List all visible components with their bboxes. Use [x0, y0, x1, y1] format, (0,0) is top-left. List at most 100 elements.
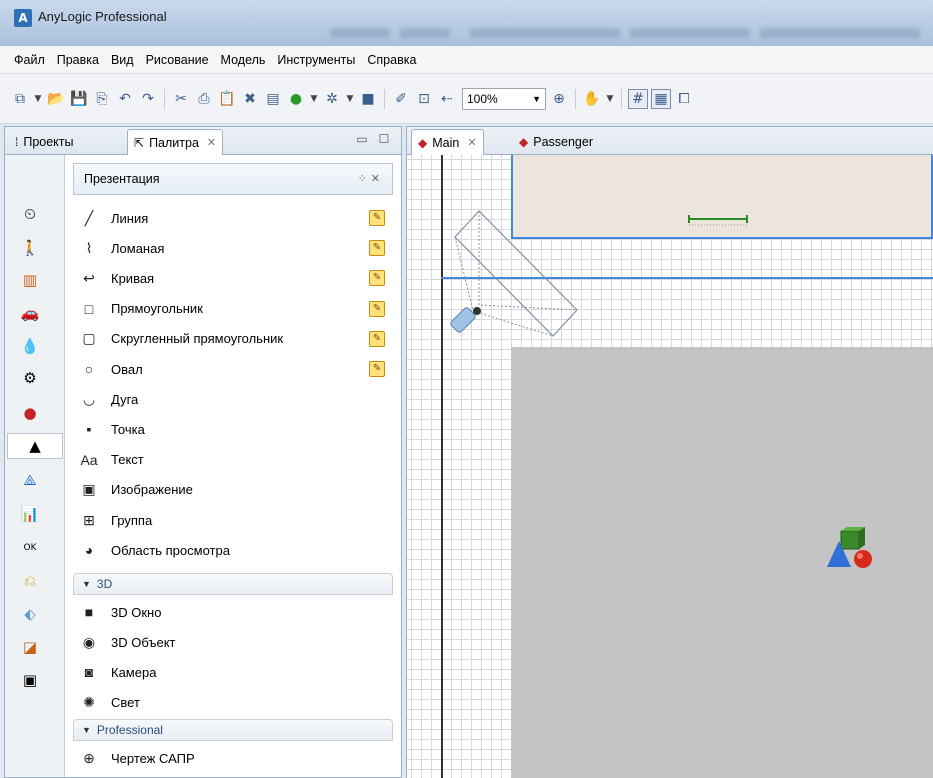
palette-item[interactable]: ◕ Область просмотра	[71, 535, 393, 565]
draw-mode-icon[interactable]: ✐	[391, 89, 411, 109]
category-connectivity-icon[interactable]: ⎌	[17, 568, 43, 594]
tab-projects[interactable]: ⁞ Проекты	[9, 129, 80, 155]
category-space-markup-icon[interactable]: ⟁	[17, 467, 43, 493]
grey-area-shape[interactable]	[511, 347, 933, 778]
blurred-background-text	[330, 28, 390, 38]
menu-file[interactable]: Файл	[8, 53, 51, 67]
point-icon: ▪	[86, 421, 92, 438]
pencil-icon[interactable]: ✎	[369, 330, 385, 347]
palette-item-label: Точка	[111, 421, 145, 437]
category-actions-icon[interactable]: ◪	[17, 634, 43, 660]
new-model-icon[interactable]: ⧉	[10, 89, 30, 109]
tab-passenger[interactable]: ◆ Passenger	[513, 129, 599, 155]
layers-icon[interactable]: ⧠	[674, 89, 694, 109]
palette-item[interactable]: ▣ Изображение	[71, 475, 393, 505]
section-professional[interactable]: ▼ Professional	[73, 719, 393, 741]
category-system-dynamics-icon[interactable]: ⬖	[17, 601, 43, 627]
category-pedestrian-icon[interactable]: 🚶	[17, 235, 43, 261]
zoom-back-icon[interactable]: ⇠	[437, 89, 457, 109]
anylogic-logo-icon: A	[14, 9, 32, 27]
redo-icon[interactable]: ↷	[138, 89, 158, 109]
hand-icon[interactable]: ✋	[582, 89, 602, 109]
category-rail-icon[interactable]: ▥	[17, 267, 43, 293]
stop-icon[interactable]: ■	[358, 89, 378, 109]
open-icon[interactable]: 📂	[46, 89, 66, 109]
copy-icon[interactable]: ⎙	[194, 89, 214, 109]
palette-item[interactable]: ◙ Камера	[71, 657, 393, 687]
menu-help[interactable]: Справка	[361, 53, 422, 67]
palette-item-label: Дуга	[111, 391, 139, 407]
3d-object-icon: ◉	[82, 633, 96, 650]
palette-item[interactable]: ○ Овал ✎	[71, 354, 393, 384]
palette-section-header[interactable]: Презентация ⁘✕	[73, 163, 393, 195]
undo-icon[interactable]: ↶	[115, 89, 135, 109]
palette-item[interactable]: ⊕ Чертеж САПР	[71, 743, 393, 773]
tab-palette[interactable]: ⇱ Палитра ✕	[127, 129, 224, 155]
save-icon[interactable]: 💾	[69, 89, 89, 109]
palette-item[interactable]: ⊞ Группа	[71, 505, 393, 535]
menu-tools[interactable]: Инструменты	[271, 53, 361, 67]
minimize-icon[interactable]: ▭	[355, 133, 369, 145]
snap-to-grid-icon[interactable]: ▦	[651, 88, 671, 109]
delete-icon[interactable]: ✖	[240, 89, 260, 109]
cut-icon[interactable]: ✂	[171, 89, 191, 109]
category-statechart-icon[interactable]: ⏲	[17, 201, 43, 227]
tab-main[interactable]: ◆ Main ✕	[411, 129, 484, 155]
category-analysis-icon[interactable]: 📊	[17, 501, 43, 527]
chevron-down-icon[interactable]: ▼	[345, 89, 355, 109]
zoom-fit-icon[interactable]: ⊡	[414, 89, 434, 109]
chevron-down-icon[interactable]: ▼	[309, 89, 319, 109]
category-fluid-icon[interactable]: 💧	[17, 333, 43, 359]
category-agent-icon[interactable]: ●	[17, 400, 43, 426]
palette-item[interactable]: ⌇ Ломаная ✎	[71, 233, 393, 263]
category-pictures-icon[interactable]: ▣	[17, 667, 43, 693]
debug-icon[interactable]: ✲	[322, 89, 342, 109]
grid-toggle-icon[interactable]: #	[628, 88, 648, 109]
palette-item[interactable]: ↩ Кривая ✎	[71, 263, 393, 293]
palette-item[interactable]: ▪ Точка	[71, 414, 393, 444]
section-3d[interactable]: ▼ 3D	[73, 573, 393, 595]
save-all-icon[interactable]: ⎘	[92, 89, 112, 109]
palette-item[interactable]: Aa Текст	[71, 445, 393, 475]
rectangle-icon: □	[84, 300, 94, 317]
category-presentation-icon[interactable]: ▲	[7, 433, 63, 459]
palette-item[interactable]: ■ 3D Окно	[71, 597, 393, 627]
pencil-icon[interactable]: ✎	[369, 361, 385, 377]
zoom-select[interactable]: 100% ▼	[462, 87, 546, 110]
chevron-down-icon[interactable]: ▼	[605, 89, 615, 109]
palette-item-label: Свет	[111, 694, 140, 710]
pencil-icon[interactable]: ✎	[369, 300, 385, 317]
menu-edit[interactable]: Правка	[51, 53, 105, 67]
chevron-down-icon[interactable]: ▼	[33, 89, 43, 109]
palette-item-label: Линия	[111, 210, 149, 226]
palette-item[interactable]: ◡ Дуга	[71, 384, 393, 414]
palette-item[interactable]: ▢ Скругленный прямоугольник ✎	[71, 324, 393, 354]
palette-item[interactable]: ✺ Свет	[71, 687, 393, 717]
zoom-in-icon[interactable]: ⊕	[549, 89, 569, 109]
pencil-icon[interactable]: ✎	[369, 270, 385, 287]
menu-draw[interactable]: Рисование	[140, 53, 215, 67]
maximize-icon[interactable]: ☐	[377, 133, 391, 145]
palette-item[interactable]: □ Прямоугольник ✎	[71, 294, 393, 324]
palette-header-buttons[interactable]: ⁘✕	[358, 172, 384, 185]
category-road-icon[interactable]: 🚗	[17, 300, 43, 326]
pencil-icon[interactable]: ✎	[369, 210, 385, 226]
run-icon[interactable]: ●	[286, 89, 306, 109]
3d-object-icon[interactable]	[827, 527, 875, 575]
pencil-icon[interactable]: ✎	[369, 240, 385, 257]
close-icon[interactable]: ✕	[207, 136, 216, 149]
menu-model[interactable]: Модель	[215, 53, 272, 67]
close-icon[interactable]: ✕	[467, 136, 476, 149]
build-icon[interactable]: ▤	[263, 89, 283, 109]
palette-item[interactable]: ◉ 3D Объект	[71, 627, 393, 657]
graphical-editor-canvas[interactable]	[407, 155, 933, 778]
light-icon: ✺	[83, 693, 95, 710]
projects-icon: ⁞	[15, 135, 19, 149]
category-process-icon[interactable]: ⚙	[17, 365, 43, 391]
window-title: AnyLogic Professional	[38, 9, 167, 24]
menu-view[interactable]: Вид	[105, 53, 140, 67]
paste-icon[interactable]: 📋	[217, 89, 237, 109]
palette-item[interactable]: ╱ Линия ✎	[71, 203, 393, 233]
palette-item-label: 3D Объект	[111, 634, 176, 650]
category-controls-icon[interactable]: OK	[17, 535, 43, 561]
